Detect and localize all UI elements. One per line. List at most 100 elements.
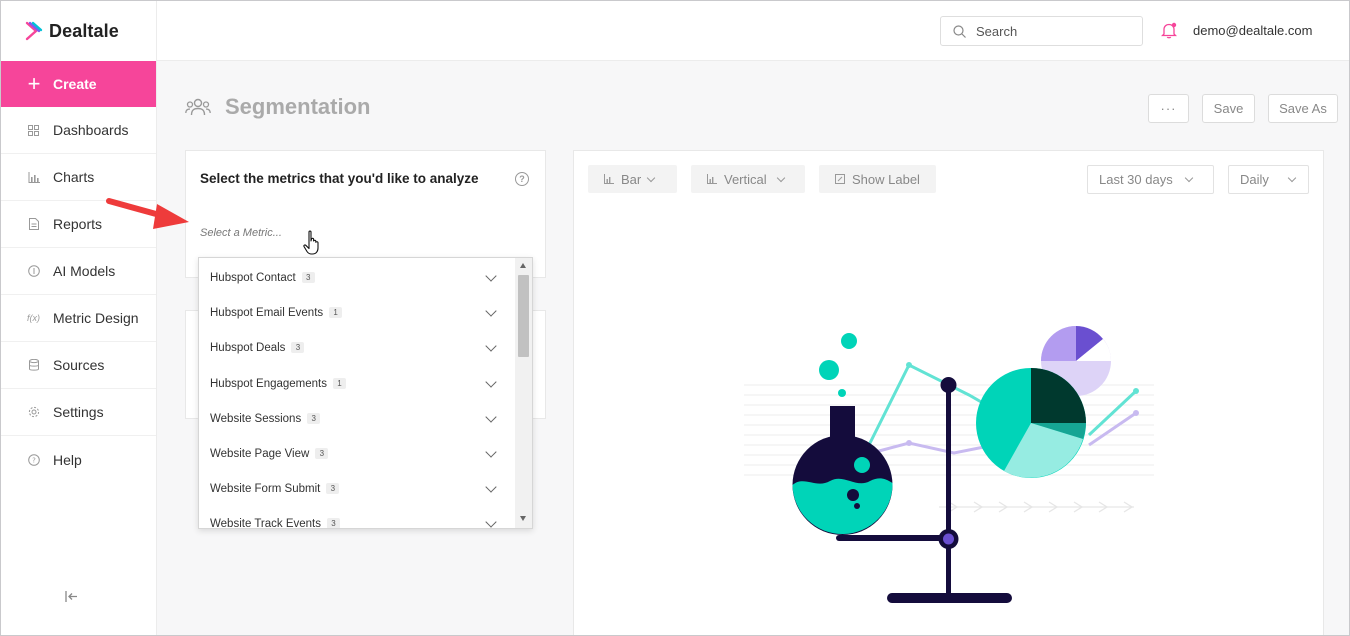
scrollbar-thumb[interactable]	[518, 275, 529, 357]
chevron-down-icon[interactable]	[485, 376, 497, 388]
brand[interactable]: Dealtale	[1, 1, 156, 61]
chevron-down-icon[interactable]	[485, 270, 497, 282]
orientation-select[interactable]: Vertical	[691, 165, 805, 193]
metric-option[interactable]: Hubspot Email Events 1	[199, 295, 515, 330]
sidebar-item-metric-design[interactable]: f(x) Metric Design	[1, 295, 156, 342]
dropdown-scrollbar[interactable]	[515, 258, 532, 528]
help-icon[interactable]: ?	[515, 172, 529, 186]
app-window: Dealtale + Create Dashboards Charts Repo…	[0, 0, 1350, 636]
search-input[interactable]	[976, 23, 1126, 39]
sidebar-item-label: AI Models	[53, 263, 116, 279]
save-button[interactable]: Save	[1202, 94, 1255, 123]
dashboard-grid-icon	[27, 124, 40, 137]
metric-option-label: Hubspot Engagements	[210, 377, 327, 390]
chevron-down-icon	[776, 173, 785, 182]
sidebar-item-ai-models[interactable]: AI Models	[1, 248, 156, 295]
chevron-down-icon	[1287, 173, 1297, 183]
metric-count-badge: 3	[291, 342, 305, 353]
metric-option[interactable]: Website Form Submit 3	[199, 471, 515, 506]
empty-state-illustration	[744, 326, 1154, 603]
sidebar-item-label: Reports	[53, 216, 103, 232]
user-email[interactable]: demo@dealtale.com	[1193, 23, 1312, 38]
search-box[interactable]	[940, 16, 1143, 46]
sidebar-item-sources[interactable]: Sources	[1, 342, 156, 389]
page-title: Segmentation	[225, 94, 371, 119]
metric-option-label: Website Sessions	[210, 412, 302, 425]
plus-icon: +	[27, 71, 41, 96]
chart-type-label: Bar	[621, 171, 642, 187]
svg-text:?: ?	[32, 456, 36, 464]
metric-option-label: Hubspot Deals	[210, 341, 286, 354]
function-icon: f(x)	[27, 313, 40, 323]
metric-dropdown[interactable]: Hubspot Contact 3 Hubspot Email Events 1…	[198, 257, 533, 529]
gear-icon	[27, 406, 40, 419]
chevron-down-icon[interactable]	[485, 305, 497, 317]
chevron-down-icon[interactable]	[485, 516, 497, 528]
metric-count-badge: 3	[326, 483, 340, 494]
bar-chart-icon	[604, 174, 614, 184]
metric-count-badge: 3	[327, 518, 340, 528]
brand-name: Dealtale	[49, 20, 119, 41]
sidebar-item-label: Charts	[53, 169, 95, 185]
search-icon	[953, 24, 966, 38]
chevron-down-icon[interactable]	[485, 446, 497, 458]
create-label: Create	[53, 76, 97, 92]
bar-chart-icon	[707, 174, 717, 184]
metric-count-badge: 3	[307, 413, 321, 424]
chevron-down-icon[interactable]	[485, 340, 497, 352]
metric-option[interactable]: Hubspot Engagements 1	[199, 366, 515, 401]
metric-option[interactable]: Hubspot Deals 3	[199, 330, 515, 365]
sidebar-item-charts[interactable]: Charts	[1, 154, 156, 201]
pointer-hand-cursor-icon	[303, 230, 319, 255]
save-as-button[interactable]: Save As	[1268, 94, 1338, 123]
metric-option-label: Website Form Submit	[210, 482, 321, 495]
date-range-label: Last 30 days	[1099, 172, 1173, 187]
metric-select[interactable]: Select a Metric...	[200, 227, 282, 239]
sidebar-item-label: Metric Design	[53, 310, 139, 326]
interval-select[interactable]: Daily	[1228, 165, 1309, 194]
chevron-down-icon	[646, 173, 656, 182]
metric-option[interactable]: Website Track Events 3	[199, 506, 515, 529]
scroll-down-arrow-icon[interactable]	[520, 516, 526, 521]
sidebar-item-label: Dashboards	[53, 122, 129, 138]
metric-option-label: Website Track Events	[210, 517, 321, 529]
top-header: demo@dealtale.com	[157, 1, 1349, 61]
date-range-select[interactable]: Last 30 days	[1087, 165, 1214, 194]
metric-count-badge: 1	[329, 307, 343, 318]
chevron-down-icon[interactable]	[485, 481, 497, 493]
create-button[interactable]: + Create	[1, 61, 156, 107]
show-label-text: Show Label	[852, 171, 920, 187]
metric-count-badge: 1	[333, 378, 346, 389]
notification-bell-icon[interactable]	[1161, 22, 1177, 39]
page-header: Segmentation	[185, 94, 370, 120]
database-icon	[27, 359, 40, 372]
metric-option[interactable]: Website Page View 3	[199, 436, 515, 471]
sidebar-item-help[interactable]: ? Help	[1, 436, 156, 483]
chevron-down-icon[interactable]	[485, 411, 497, 423]
metric-option[interactable]: Website Sessions 3	[199, 401, 515, 436]
show-label-toggle[interactable]: Show Label	[819, 165, 936, 193]
collapse-sidebar-icon[interactable]	[65, 589, 78, 605]
sidebar-item-label: Help	[53, 451, 82, 468]
sidebar: Dealtale + Create Dashboards Charts Repo…	[1, 1, 157, 635]
scroll-up-arrow-icon[interactable]	[520, 263, 526, 268]
sidebar-item-label: Sources	[53, 357, 105, 373]
annotation-arrow-icon	[106, 198, 189, 229]
metric-option-label: Website Page View	[210, 447, 310, 460]
chart-panel: Bar Vertical Show Label Last 30 days Dai…	[573, 150, 1324, 635]
more-options-button[interactable]: ···	[1148, 94, 1189, 123]
document-icon	[27, 218, 40, 231]
help-circle-icon: ?	[27, 453, 40, 466]
sidebar-item-label: Settings	[53, 404, 104, 420]
chart-type-select[interactable]: Bar	[588, 165, 677, 193]
metric-count-badge: 3	[301, 272, 315, 283]
metric-option-label: Hubspot Email Events	[210, 306, 324, 319]
dealtale-logo-icon	[25, 21, 43, 41]
metric-panel-title: Select the metrics that you'd like to an…	[200, 171, 479, 186]
sidebar-item-dashboards[interactable]: Dashboards	[1, 107, 156, 154]
sidebar-item-settings[interactable]: Settings	[1, 389, 156, 436]
info-circle-icon	[27, 265, 40, 278]
chevron-down-icon	[1184, 173, 1193, 183]
metric-option[interactable]: Hubspot Contact 3	[199, 260, 515, 295]
bar-chart-icon	[27, 171, 40, 184]
